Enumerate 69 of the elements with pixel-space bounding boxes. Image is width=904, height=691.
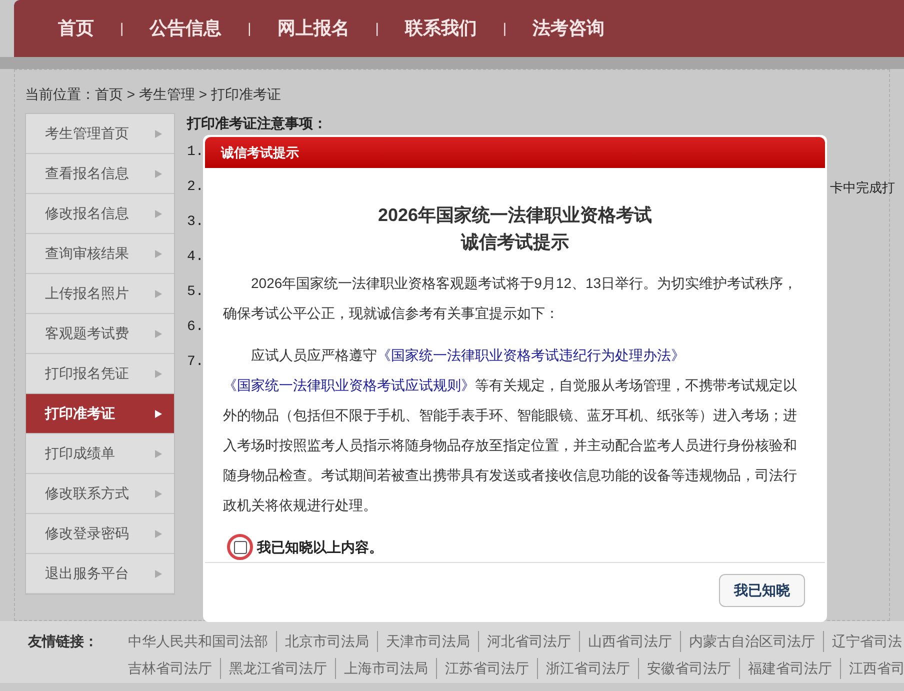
list-number: 5. — [187, 283, 204, 302]
regulation-link[interactable]: 《国家统一法律职业资格考试应试规则》 — [223, 377, 475, 394]
footer-link[interactable]: 吉林省司法厅 — [128, 658, 220, 679]
sidebar-item[interactable]: 查询审核结果 — [26, 234, 174, 274]
triangle-icon — [155, 450, 162, 458]
footer-link[interactable]: 福建省司法厅 — [739, 658, 840, 679]
nav-separator: | — [248, 19, 252, 38]
nav-separator: | — [502, 19, 507, 38]
nav-link[interactable]: 联系我们 — [400, 15, 481, 42]
checkbox-label: 我已知晓以上内容。 — [257, 538, 383, 558]
dialog-title: 诚信考试提示 — [221, 144, 299, 162]
sidebar-item[interactable]: 打印准考证 — [26, 394, 174, 434]
footer-link[interactable]: 河北省司法厅 — [478, 631, 579, 652]
sidebar-item[interactable]: 客观题考试费 — [26, 314, 174, 354]
nav-link[interactable]: 首页 — [54, 15, 98, 42]
list-number: 2. — [187, 178, 204, 197]
paragraph: 应试人员应严格遵守《国家统一法律职业资格考试违纪行为处理办法》 《国家统一法律职业资格考试应试规则》等有关规定，自觉服从考场管理，不携带考试规定以外的物品（包括但不限于手机、智能手表手环、智能眼镜、蓝牙耳机、纸张等）进入考场；进入考场时按照监考人员指示将随身物品存放至指定位置，并主动配合监考人员进行身份核验和随身物品检查。考试期间若被查出携带具有发送或者接收信息功能的设备等违规物品，司法行政机关将依规进行处理。 — [223, 346, 798, 516]
triangle-icon — [155, 250, 162, 258]
triangle-icon — [155, 210, 162, 218]
footer-link[interactable]: 江苏省司法厅 — [436, 658, 537, 679]
content-heading: 打印准考证注意事项： — [187, 115, 327, 131]
triangle-icon — [155, 410, 162, 418]
footer-link[interactable]: 辽宁省司法 — [823, 631, 904, 652]
breadcrumb: 当前位置：首页 > 考生管理 > 打印准考证 — [25, 85, 282, 104]
sidebar-item[interactable]: 上传报名照片 — [26, 274, 174, 314]
dialog-heading: 诚信考试提示 — [461, 231, 569, 254]
nav-link[interactable]: 法考咨询 — [528, 15, 609, 42]
list-number: 3. — [187, 213, 204, 232]
footer-link[interactable]: 天津市司法局 — [377, 631, 478, 652]
dialog-heading: 2026年国家统一法律职业资格考试 — [378, 204, 652, 228]
triangle-icon — [155, 370, 162, 378]
triangle-icon — [155, 290, 162, 298]
list-number: 1. — [187, 143, 204, 162]
sidebar-item[interactable]: 打印成绩单 — [26, 434, 174, 474]
triangle-icon — [155, 130, 162, 138]
triangle-icon — [155, 530, 162, 538]
triangle-icon — [155, 490, 162, 498]
sidebar-item[interactable]: 修改联系方式 — [26, 474, 174, 514]
footer-link[interactable]: 内蒙古自治区司法厅 — [680, 631, 823, 652]
footer-link[interactable]: 黑龙江省司法厅 — [220, 658, 335, 679]
paragraph: 2026年国家统一法律职业资格客观题考试将于9月12、13日举行。为切实维护考试秩序，确保考试公平公正，现就诚信参考有关事宜提示如下： — [223, 274, 798, 324]
triangle-icon — [155, 170, 162, 178]
footer-link[interactable]: 山西省司法厅 — [579, 631, 680, 652]
nav-separator: | — [120, 19, 124, 38]
footer-link[interactable]: 北京市司法局 — [276, 631, 377, 652]
list-text: 卡中完成打 — [830, 178, 895, 197]
nav-separator: | — [375, 19, 379, 38]
list-number: 4. — [187, 248, 204, 267]
sidebar-item[interactable]: 修改登录密码 — [26, 514, 174, 554]
footer-link[interactable]: 浙江省司法厅 — [537, 658, 638, 679]
checkbox[interactable] — [234, 540, 246, 554]
footer-link[interactable]: 安徽省司法厅 — [638, 658, 739, 679]
list-number: 6. — [187, 318, 204, 337]
list-number: 7. — [187, 353, 204, 372]
triangle-icon — [155, 570, 162, 578]
acknowledge-button[interactable]: 我已知晓 — [719, 574, 805, 608]
nav-link[interactable]: 公告信息 — [146, 15, 226, 42]
sidebar-item[interactable]: 考生管理首页 — [26, 114, 174, 154]
footer-title: 友情链接： — [28, 632, 98, 651]
nav-link[interactable]: 网上报名 — [273, 15, 354, 42]
triangle-icon — [155, 330, 162, 338]
sidebar-item[interactable]: 打印报名凭证 — [26, 354, 174, 394]
footer-link[interactable]: 江西省司 — [840, 658, 904, 679]
footer-link[interactable]: 中华人民共和国司法部 — [128, 631, 276, 652]
footer-link[interactable]: 上海市司法局 — [335, 658, 436, 679]
regulation-link[interactable]: 《国家统一法律职业资格考试违纪行为处理办法》 — [377, 347, 685, 364]
sidebar-item[interactable]: 退出服务平台 — [26, 554, 174, 594]
sidebar-item[interactable]: 查看报名信息 — [26, 154, 174, 194]
sidebar-item[interactable]: 修改报名信息 — [26, 194, 174, 234]
